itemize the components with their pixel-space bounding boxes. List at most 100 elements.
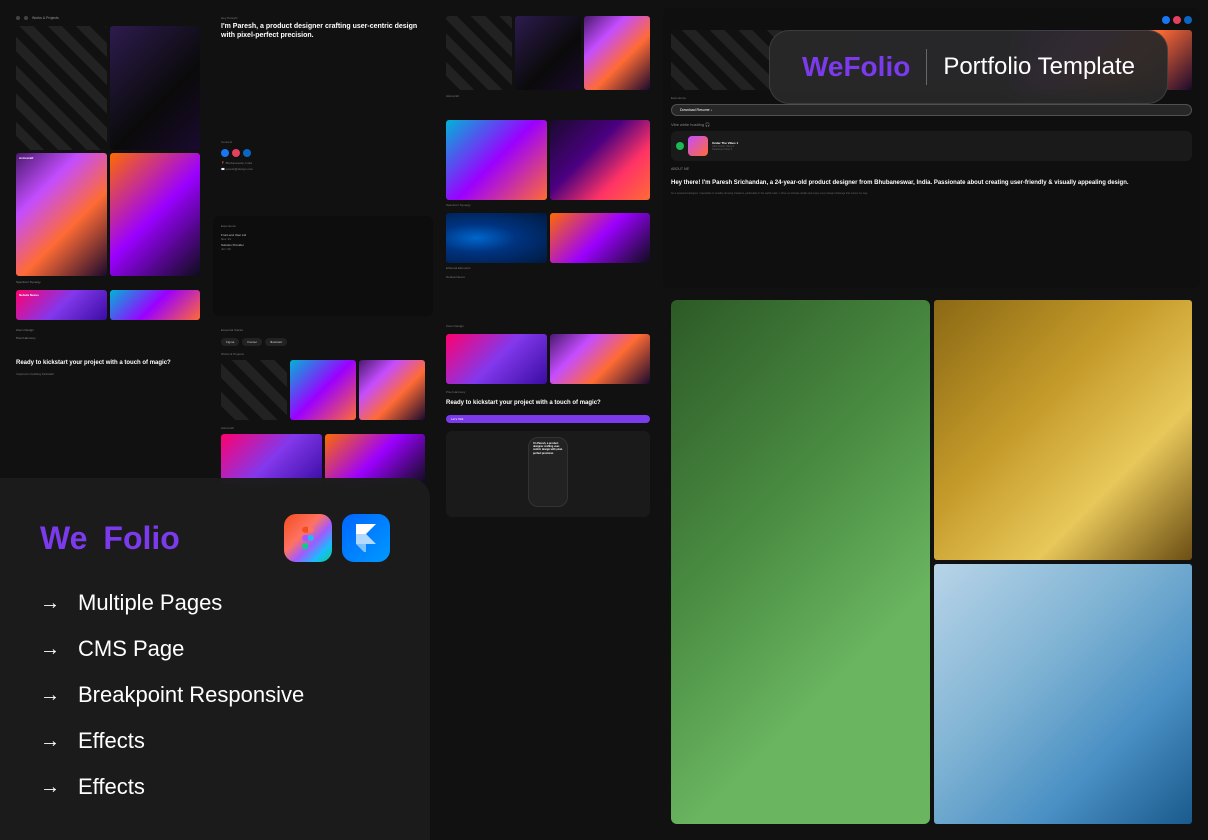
feature-label-4: Effects bbox=[78, 728, 145, 754]
label-pixel: Pixel Harmony bbox=[16, 336, 200, 340]
info-logo-we: We bbox=[40, 520, 87, 557]
col-mid-right: Astrocraft Spectrum Synergy Ethereal Ele… bbox=[438, 8, 658, 832]
badge-divider bbox=[926, 49, 927, 85]
midleft-panel-1: Hey Paresh! I'm Paresh, a product design… bbox=[213, 8, 433, 128]
download-resume-btn: Download Resume ↓ bbox=[671, 104, 1192, 116]
ethereal-label: Ethereal Elements bbox=[446, 266, 650, 270]
social-li bbox=[243, 149, 251, 157]
r-social-3 bbox=[1184, 16, 1192, 24]
portfolio-img-2 bbox=[110, 26, 201, 150]
mr-img-7 bbox=[550, 213, 651, 263]
about-body: As a seasoned designer, I specialize in … bbox=[671, 192, 1192, 196]
feature-label-1: Multiple Pages bbox=[78, 590, 222, 616]
feature-breakpoint: → Breakpoint Responsive bbox=[40, 682, 390, 708]
arrow-4: → bbox=[40, 730, 60, 753]
r-bottom-img-3 bbox=[934, 564, 1193, 824]
left-panel-1: Works & Projects Astrocraft Spectrum Syn… bbox=[8, 8, 208, 348]
mobile-mockup: I'm Paresh, a product designer crafting … bbox=[528, 437, 568, 507]
info-panel: WeFolio → Mult bbox=[0, 478, 430, 840]
figma-icon bbox=[284, 514, 332, 562]
mr-img-4 bbox=[446, 120, 547, 200]
email-label: ✉️ paresh@design.com bbox=[221, 167, 425, 171]
mr-img-6 bbox=[446, 213, 547, 263]
r-social-1 bbox=[1162, 16, 1170, 24]
feature-cms-page: → CMS Page bbox=[40, 636, 390, 662]
arrow-3: → bbox=[40, 684, 60, 707]
r-bottom-img-1 bbox=[671, 300, 930, 824]
music-widget: Under The Vibes 1 Calm Down Vibes 2 Head… bbox=[671, 131, 1192, 161]
mr-img-3 bbox=[584, 16, 650, 90]
social-fb bbox=[221, 149, 229, 157]
r-social-2 bbox=[1173, 16, 1181, 24]
arrow-2: → bbox=[40, 638, 60, 661]
r-bottom-img-2 bbox=[934, 300, 1193, 560]
info-features-list: → Multiple Pages → CMS Page → Breakpoint… bbox=[40, 590, 390, 800]
framer-icon bbox=[342, 514, 390, 562]
arrow-1: → bbox=[40, 592, 60, 615]
info-logo-folio: Folio bbox=[103, 520, 179, 557]
exp-date-2: Jun '20 bbox=[221, 247, 425, 251]
label-spectrum: Spectrum Synergy bbox=[16, 280, 200, 284]
midright-panel-3: Zoom Design Pixel Harmony Ready to kicks… bbox=[438, 316, 658, 832]
midleft-panel-connect: Connect 📍 Bhubaneswar, India ✉️ paresh@d… bbox=[213, 132, 433, 212]
app-icons-container bbox=[284, 514, 390, 562]
feature-multiple-pages: → Multiple Pages bbox=[40, 590, 390, 616]
mr-img-2 bbox=[515, 16, 581, 90]
feature-effects-2: → Effects bbox=[40, 774, 390, 800]
feature-effects-1: → Effects bbox=[40, 728, 390, 754]
info-logo: We Folio bbox=[40, 514, 390, 562]
feature-label-2: CMS Page bbox=[78, 636, 184, 662]
location-label: 📍 Bhubaneswar, India bbox=[221, 161, 425, 165]
left-ready-text: Ready to kickstart your project with a t… bbox=[16, 360, 200, 368]
social-ig bbox=[232, 149, 240, 157]
zoom-label: Zoom Design bbox=[446, 324, 650, 328]
hero-heading: I'm Paresh, a product designer crafting … bbox=[221, 22, 425, 40]
badge-title: Portfolio Template bbox=[943, 53, 1135, 81]
about-heading-text: Hey there! I'm Paresh Srichandan, a 24-y… bbox=[671, 180, 1192, 188]
works-section: Works & Projects bbox=[221, 352, 425, 420]
midleft-panel-exp: Experience Front-end User Ltd Nov '21 So… bbox=[213, 216, 433, 316]
work-img-2 bbox=[290, 360, 356, 420]
letstalk-btn: Let's Talk bbox=[446, 415, 650, 423]
mr-img-1 bbox=[446, 16, 512, 90]
mr-img-9 bbox=[550, 334, 651, 384]
exp-date-1: Nov '21 bbox=[221, 237, 425, 241]
label-zoom: Zoom Design bbox=[16, 328, 200, 332]
connect-label: Connect bbox=[221, 140, 425, 144]
exp-label: Experience bbox=[221, 224, 425, 228]
astrocraft2-label: Astrocraft bbox=[446, 94, 650, 98]
midright-panel-2: Spectrum Synergy Ethereal Elements Nebul… bbox=[438, 112, 658, 312]
feature-label-5: Effects bbox=[78, 774, 145, 800]
mr-ready-text: Ready to kickstart your project with a t… bbox=[446, 400, 650, 408]
pixel-label: Pixel Harmony bbox=[446, 390, 650, 394]
badge-logo-we: We bbox=[802, 51, 844, 82]
portfolio-img-4 bbox=[110, 153, 201, 277]
astrocraft-label: Astrocraft bbox=[221, 426, 425, 430]
vibe-label: Vibe while hustling 🎧 bbox=[671, 122, 1192, 127]
skill-framer: Framer bbox=[242, 338, 262, 346]
skills-label: Essential Stacks bbox=[221, 328, 425, 332]
mobile-hero-text: I'm Paresh, a product designer crafting … bbox=[533, 442, 563, 455]
works-label: Works & Projects bbox=[221, 352, 425, 356]
spectrum2-label: Spectrum Synergy bbox=[446, 203, 650, 207]
work-img-1 bbox=[221, 360, 287, 420]
social-icons-row bbox=[1162, 16, 1192, 24]
left-ready-sublabel: Inspired in building.Kickstart! bbox=[16, 372, 200, 376]
mr-img-5 bbox=[550, 120, 651, 200]
work-img-4 bbox=[221, 434, 322, 484]
feature-label-3: Breakpoint Responsive bbox=[78, 682, 304, 708]
track-extra: Headroom Floor 3 bbox=[712, 148, 1187, 151]
nebula-label: Nebula Nexus bbox=[446, 275, 650, 279]
portfolio-img-3: Astrocraft bbox=[16, 153, 107, 277]
arrow-5: → bbox=[40, 776, 60, 799]
spotify-icon bbox=[676, 142, 684, 150]
portfolio-img-5: Nebula Nexus bbox=[16, 290, 107, 320]
right-panel-bottom bbox=[663, 292, 1200, 832]
music-thumbnail bbox=[688, 136, 708, 156]
mr-img-8 bbox=[446, 334, 547, 384]
hey-label: Hey Paresh! bbox=[221, 16, 425, 20]
r-bottom-right-imgs bbox=[934, 300, 1193, 824]
col-right: Experience Download Resume ↓ Vibe while … bbox=[663, 8, 1200, 832]
badge-logo-folio: Folio bbox=[843, 51, 910, 82]
mini-nav-text: Works & Projects bbox=[32, 16, 59, 20]
